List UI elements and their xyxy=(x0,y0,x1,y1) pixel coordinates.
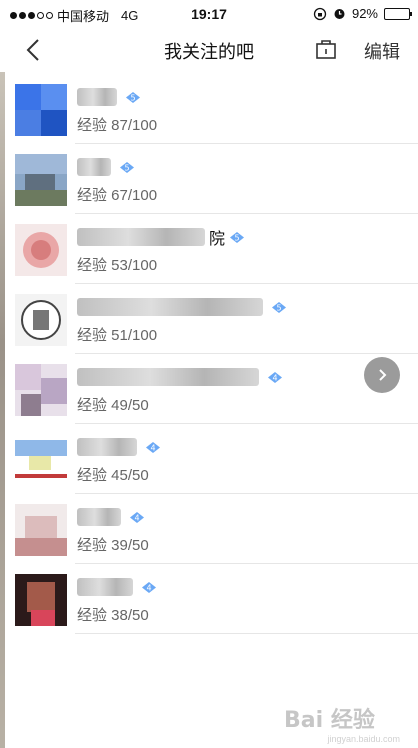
list-item[interactable]: 5 经验 51/100 xyxy=(5,284,418,354)
avatar xyxy=(15,84,67,136)
list-item[interactable]: 4 经验 39/50 xyxy=(5,494,418,564)
svg-text:4: 4 xyxy=(134,513,139,522)
watermark-url: jingyan.baidu.com xyxy=(327,734,400,744)
level-badge-icon: 5 xyxy=(119,161,135,174)
svg-text:4: 4 xyxy=(272,373,277,382)
watermark: Bai 经验 jingyan.baidu.com xyxy=(284,702,404,744)
list-item[interactable]: 4 经验 38/50 xyxy=(5,564,418,634)
svg-text:5: 5 xyxy=(130,93,135,102)
bar-name: 4 xyxy=(77,436,161,458)
page-title: 我关注的吧 xyxy=(164,42,254,62)
avatar xyxy=(15,154,67,206)
experience-label: 经验 38/50 xyxy=(77,607,149,624)
battery-percent: 92% xyxy=(351,6,378,21)
experience-label: 经验 39/50 xyxy=(77,537,149,554)
bar-name: 4 xyxy=(77,506,145,528)
edit-button[interactable]: 编辑 xyxy=(364,38,400,64)
alarm-icon xyxy=(334,9,345,19)
level-badge-icon: 4 xyxy=(267,371,283,384)
level-badge-icon: 5 xyxy=(125,91,141,104)
avatar xyxy=(15,224,67,276)
rotation-lock-icon xyxy=(313,7,327,20)
svg-text:5: 5 xyxy=(276,303,281,312)
bag-icon[interactable] xyxy=(315,38,337,60)
experience-label: 经验 53/100 xyxy=(77,257,158,274)
bar-name: 5 xyxy=(77,296,287,318)
experience-label: 经验 49/50 xyxy=(77,397,149,414)
avatar xyxy=(15,574,67,626)
experience-label: 经验 51/100 xyxy=(77,327,158,344)
list-item[interactable]: 5 经验 67/100 xyxy=(5,144,418,214)
followed-bars-list: 5 经验 87/100 5 经验 67/100 院 5 经验 53/100 5 … xyxy=(5,74,418,634)
bar-name: 院 5 xyxy=(77,226,245,248)
bar-name: 4 xyxy=(77,576,157,598)
bar-name: 5 xyxy=(77,156,135,178)
level-badge-icon: 4 xyxy=(145,441,161,454)
svg-text:5: 5 xyxy=(234,233,239,242)
svg-text:5: 5 xyxy=(124,163,129,172)
nav-bar: 我关注的吧 编辑 xyxy=(0,28,418,72)
level-badge-icon: 4 xyxy=(129,511,145,524)
avatar xyxy=(15,504,67,556)
status-bar: 中国移动 4G 19:17 92% xyxy=(0,0,418,28)
avatar xyxy=(15,364,67,416)
level-badge-icon: 4 xyxy=(141,581,157,594)
bar-name: 5 xyxy=(77,86,141,108)
battery-icon xyxy=(384,7,412,20)
list-item[interactable]: 5 经验 87/100 xyxy=(5,74,418,144)
scroll-next-button[interactable] xyxy=(364,357,400,393)
svg-text:4: 4 xyxy=(150,443,155,452)
status-right: 92% xyxy=(313,6,412,21)
level-badge-icon: 5 xyxy=(271,301,287,314)
svg-text:4: 4 xyxy=(146,583,151,592)
experience-label: 经验 67/100 xyxy=(77,187,158,204)
experience-label: 经验 45/50 xyxy=(77,467,149,484)
level-badge-icon: 5 xyxy=(229,231,245,244)
chevron-right-icon xyxy=(379,369,387,381)
list-item[interactable]: 4 经验 49/50 xyxy=(5,354,418,424)
list-item[interactable]: 院 5 经验 53/100 xyxy=(5,214,418,284)
bar-name: 4 xyxy=(77,366,283,388)
watermark-logo: Bai 经验 xyxy=(284,708,375,733)
avatar xyxy=(15,434,67,486)
avatar xyxy=(15,294,67,346)
experience-label: 经验 87/100 xyxy=(77,117,158,134)
list-item[interactable]: 4 经验 45/50 xyxy=(5,424,418,494)
